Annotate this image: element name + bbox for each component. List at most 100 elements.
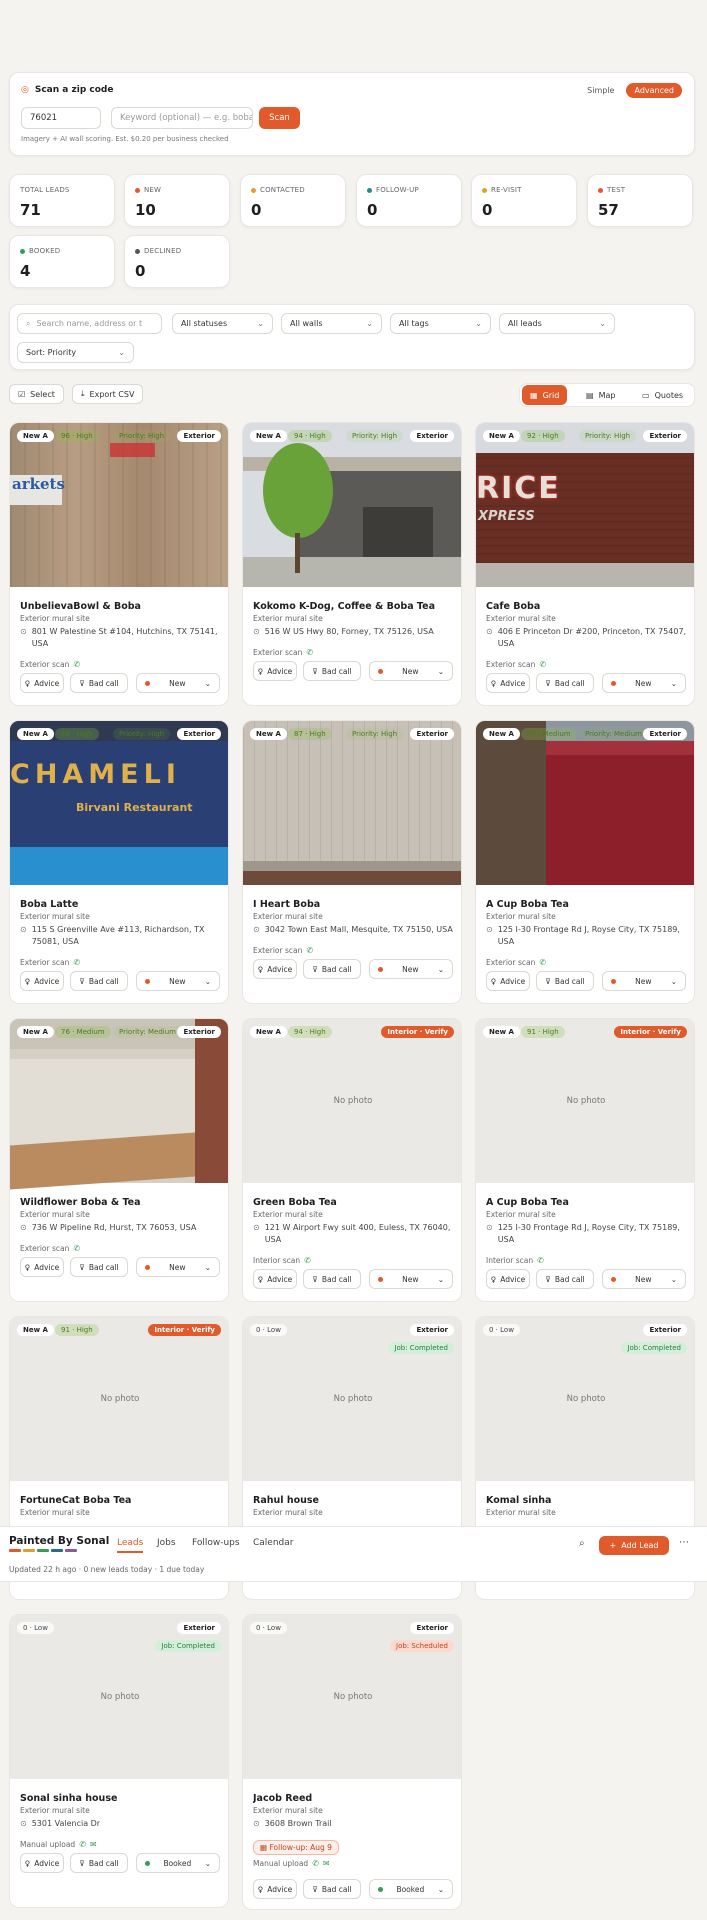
bad-call-button[interactable]: ⊽Bad call [536,673,594,693]
lead-name[interactable]: FortuneCat Boba Tea [20,1495,220,1506]
leads-select[interactable]: All leads ⌄ [499,313,615,334]
lead-card[interactable]: RICE XPRESS New A 92 · High Priority: High Ex… [475,422,695,706]
bad-call-button[interactable]: ⊽Bad call [303,1879,361,1899]
stat-card[interactable]: DECLINED 0 [124,235,230,288]
advice-button[interactable]: ♀Advice [20,1853,64,1873]
status-select[interactable]: New ⌄ [136,971,220,991]
bad-call-button[interactable]: ⊽Bad call [70,971,128,991]
export-csv-button[interactable]: ⤓ Export CSV [72,384,144,404]
tab-map[interactable]: ▤ Map [578,385,623,405]
stat-card[interactable]: BOOKED 4 [9,235,115,288]
stat-card[interactable]: CONTACTED 0 [240,174,346,227]
status-select[interactable]: Booked ⌄ [136,1853,220,1873]
advice-button[interactable]: ♀Advice [20,1257,64,1277]
mail-icon[interactable]: ✉ [323,1859,330,1868]
lead-card[interactable]: No photo New A 94 · High Interior · Verify G… [242,1018,462,1302]
advice-button[interactable]: ♀Advice [486,673,530,693]
advice-button[interactable]: ♀Advice [253,959,297,979]
tags-select[interactable]: All tags ⌄ [390,313,491,334]
status-select[interactable]: New ⌄ [369,959,453,979]
mode-advanced-button[interactable]: Advanced [626,83,682,98]
lead-photo[interactable]: No photo [243,1019,461,1183]
stat-card[interactable]: NEW 10 [124,174,230,227]
lead-name[interactable]: Jacob Reed [253,1793,453,1804]
phone-icon[interactable]: ✆ [539,958,546,967]
tab-quotes[interactable]: ▭ Quotes [634,385,691,405]
lead-photo[interactable] [476,721,694,885]
tab-grid[interactable]: ▦ Grid [522,385,568,405]
status-select[interactable]: New ⌄ [602,1269,686,1289]
lead-card[interactable]: No photo 0 · Low Exterior Job: Completed Son… [9,1614,229,1908]
lead-name[interactable]: A Cup Boba Tea [486,1197,686,1208]
search-icon[interactable]: ⌕ [579,1538,585,1549]
lead-name[interactable]: Wildflower Boba & Tea [20,1197,220,1208]
lead-card[interactable]: New A 79 · Medium Priority: Medium Exterior… [475,720,695,1004]
advice-button[interactable]: ♀Advice [20,971,64,991]
bad-call-button[interactable]: ⊽Bad call [70,673,128,693]
add-lead-button[interactable]: + Add Lead [599,1536,669,1555]
bad-call-button[interactable]: ⊽Bad call [70,1257,128,1277]
status-select[interactable]: New ⌄ [369,661,453,681]
lead-name[interactable]: Green Boba Tea [253,1197,453,1208]
lead-photo[interactable]: No photo [10,1317,228,1481]
lead-photo[interactable] [243,721,461,885]
phone-icon[interactable]: ✆ [73,958,80,967]
lead-name[interactable]: Rahul house [253,1495,453,1506]
stat-card[interactable]: TOTAL LEADS 71 [9,174,115,227]
zip-input[interactable]: 76021 [21,107,101,129]
mode-simple-button[interactable]: Simple [579,83,622,98]
lead-photo[interactable] [243,423,461,587]
status-select[interactable]: New ⌄ [136,1257,220,1277]
keyword-input[interactable]: Keyword (optional) — e.g. boba [111,107,253,129]
bad-call-button[interactable]: ⊽Bad call [303,1269,361,1289]
stat-card[interactable]: FOLLOW-UP 0 [356,174,462,227]
lead-card[interactable]: No photo New A 91 · High Interior · Verify A… [475,1018,695,1302]
sort-select[interactable]: Sort: Priority ⌄ [17,342,134,363]
lead-photo[interactable]: CHAMELI Birvani Restaurant [10,721,228,885]
phone-icon[interactable]: ✆ [79,1840,86,1849]
more-icon[interactable]: ⋯ [679,1537,689,1548]
phone-icon[interactable]: ✆ [539,660,546,669]
select-button[interactable]: ☑ Select [9,384,64,404]
nav-leads[interactable]: Leads [117,1538,144,1553]
lead-photo[interactable]: No photo [476,1019,694,1183]
lead-name[interactable]: A Cup Boba Tea [486,899,686,910]
lead-name[interactable]: Komal sinha [486,1495,686,1506]
search-input[interactable]: ⌕ Search name, address or t [17,313,162,334]
lead-photo[interactable] [10,1019,228,1190]
lead-name[interactable]: UnbelievaBowl & Boba [20,601,220,612]
phone-icon[interactable]: ✆ [306,946,313,955]
stat-card[interactable]: TEST 57 [587,174,693,227]
status-select[interactable]: Booked ⌄ [369,1879,453,1899]
advice-button[interactable]: ♀Advice [253,1269,297,1289]
lead-photo[interactable]: arkets [10,423,228,587]
phone-icon[interactable]: ✆ [73,1244,80,1253]
lead-card[interactable]: New A 87 · High Priority: High Exterior I He… [242,720,462,1004]
advice-button[interactable]: ♀Advice [20,673,64,693]
status-select[interactable]: New ⌄ [602,971,686,991]
lead-card[interactable]: New A 76 · Medium Priority: Medium Exterior… [9,1018,229,1302]
status-select[interactable]: New ⌄ [369,1269,453,1289]
bad-call-button[interactable]: ⊽Bad call [70,1853,128,1873]
status-select[interactable]: All statuses ⌄ [172,313,273,334]
lead-card[interactable]: New A 94 · High Priority: High Exterior Koko… [242,422,462,706]
advice-button[interactable]: ♀Advice [253,661,297,681]
lead-photo[interactable]: RICE XPRESS [476,423,694,587]
phone-icon[interactable]: ✆ [537,1256,544,1265]
advice-button[interactable]: ♀Advice [486,971,530,991]
phone-icon[interactable]: ✆ [312,1859,319,1868]
phone-icon[interactable]: ✆ [304,1256,311,1265]
phone-icon[interactable]: ✆ [73,660,80,669]
status-select[interactable]: New ⌄ [602,673,686,693]
bad-call-button[interactable]: ⊽Bad call [303,959,361,979]
lead-name[interactable]: Cafe Boba [486,601,686,612]
phone-icon[interactable]: ✆ [306,648,313,657]
advice-button[interactable]: ♀Advice [253,1879,297,1899]
lead-card[interactable]: CHAMELI Birvani Restaurant New A 88 · High P… [9,720,229,1004]
lead-name[interactable]: Sonal sinha house [20,1793,220,1804]
status-select[interactable]: New ⌄ [136,673,220,693]
lead-name[interactable]: I Heart Boba [253,899,453,910]
bad-call-button[interactable]: ⊽Bad call [536,1269,594,1289]
lead-name[interactable]: Boba Latte [20,899,220,910]
bad-call-button[interactable]: ⊽Bad call [303,661,361,681]
